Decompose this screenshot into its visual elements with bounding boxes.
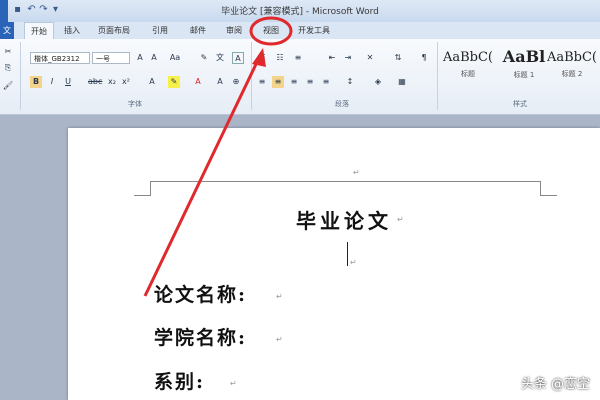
pointer-arrow-shaft bbox=[143, 59, 260, 297]
watermark: 头条 @恋空 bbox=[520, 377, 590, 392]
annotation-overlay bbox=[143, 16, 293, 297]
highlight-circle bbox=[249, 16, 293, 46]
pointer-arrow-head bbox=[252, 48, 266, 67]
